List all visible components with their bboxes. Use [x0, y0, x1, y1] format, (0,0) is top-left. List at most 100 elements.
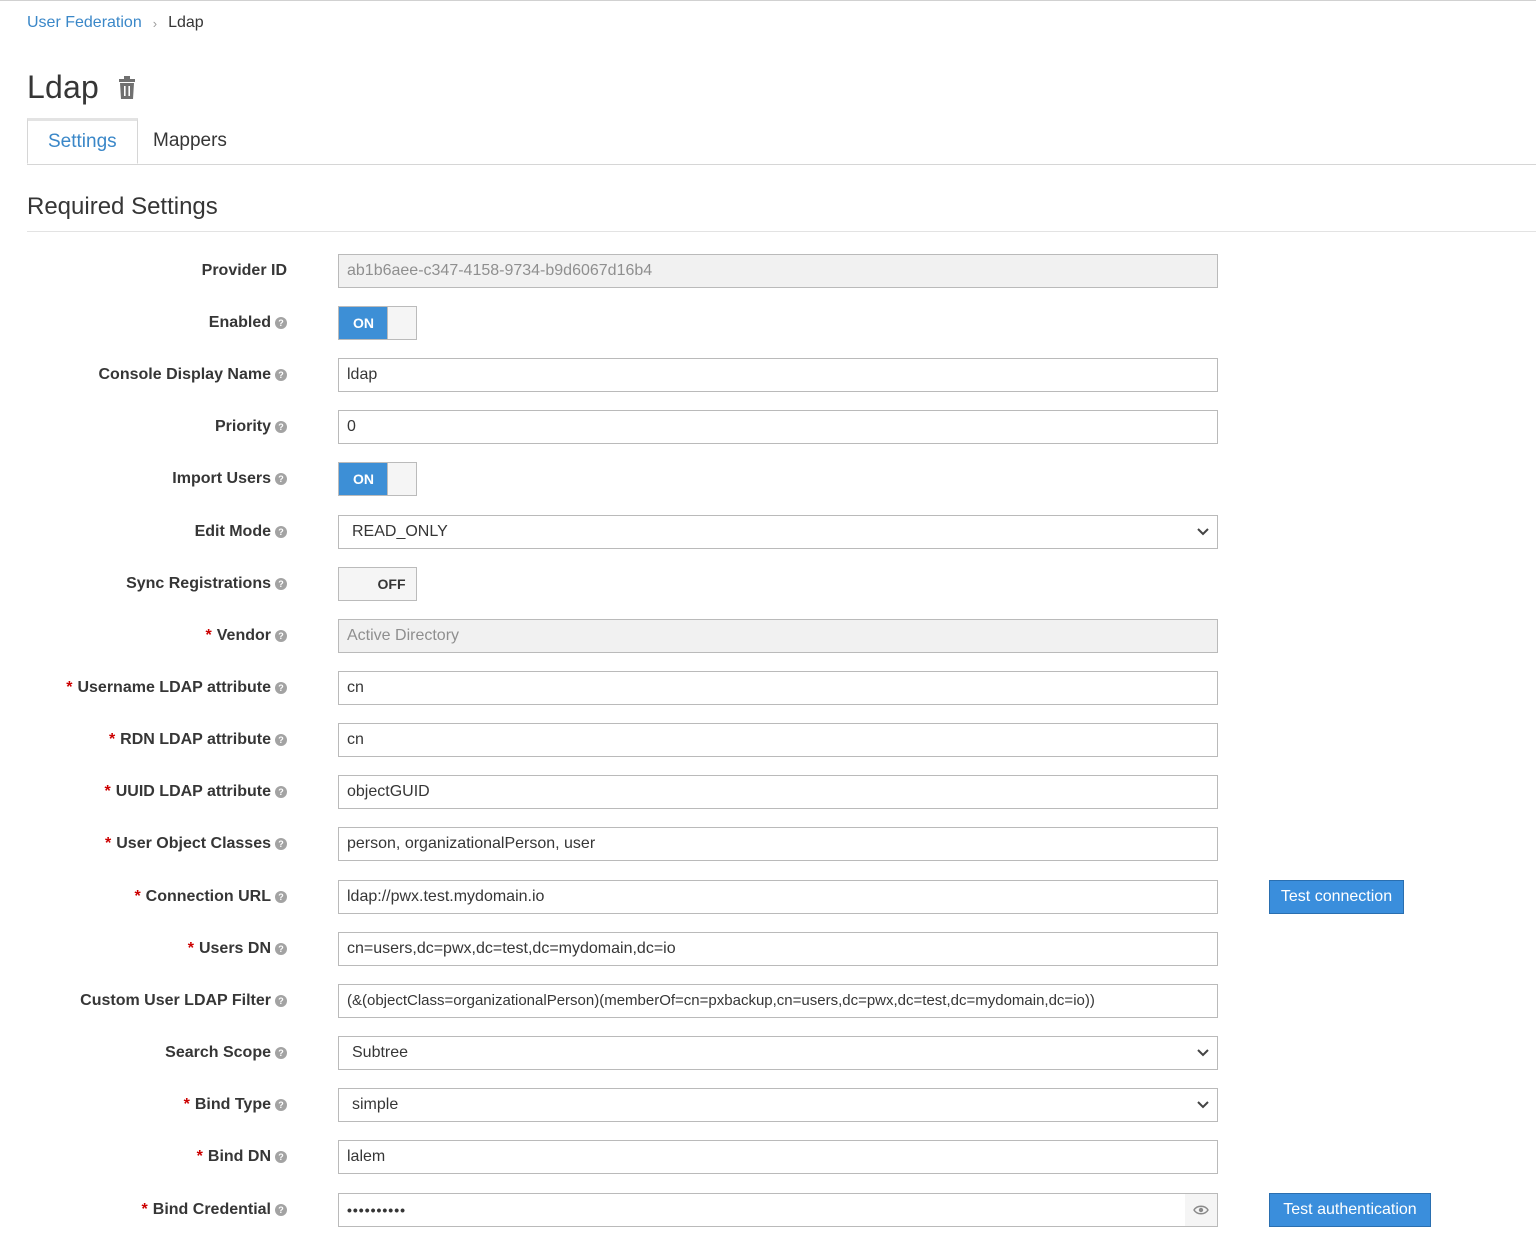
tab-settings[interactable]: Settings	[27, 118, 138, 164]
required-marker: *	[183, 1096, 190, 1113]
chevron-down-icon	[1197, 528, 1209, 536]
sync-registrations-label-text: Sync Registrations	[126, 575, 271, 592]
connection-url-label-text: Connection URL	[145, 888, 271, 905]
edit-mode-label-text: Edit Mode	[194, 523, 271, 540]
username-ldap-attribute-input[interactable]: cn	[338, 671, 1218, 705]
question-circle-icon: ?	[275, 526, 287, 538]
bind-dn-label: * Bind DN?	[197, 1140, 287, 1174]
question-circle-icon: ?	[275, 1151, 287, 1163]
console-display-name-label: Console Display Name?	[99, 358, 287, 392]
rdn-ldap-attribute-input[interactable]: cn	[338, 723, 1218, 757]
priority-input[interactable]: 0	[338, 410, 1218, 444]
connection-url-input[interactable]: ldap://pwx.test.mydomain.io	[338, 880, 1218, 914]
sync-registrations-toggle-state: OFF	[367, 568, 416, 600]
row-bind-credential: * Bind Credential? •••••••••• Test authen…	[0, 1193, 1536, 1227]
question-circle-icon: ?	[275, 630, 287, 642]
question-circle-icon: ?	[275, 838, 287, 850]
uuid-ldap-attribute-label: * UUID LDAP attribute?	[104, 775, 287, 809]
sync-registrations-label: Sync Registrations?	[126, 567, 287, 601]
user-object-classes-label-text: User Object Classes	[116, 835, 271, 852]
bind-credential-input[interactable]: ••••••••••	[338, 1193, 1186, 1227]
question-circle-icon: ?	[275, 734, 287, 746]
section-title: Required Settings	[27, 193, 1536, 232]
required-marker: *	[196, 1148, 203, 1165]
row-enabled: Enabled? ON	[0, 306, 1536, 340]
bind-type-select[interactable]: simple	[338, 1088, 1218, 1122]
trash-icon[interactable]	[117, 75, 137, 101]
question-circle-icon: ?	[275, 1204, 287, 1216]
priority-label-text: Priority	[214, 418, 271, 435]
bind-dn-input[interactable]: lalem	[338, 1140, 1218, 1174]
required-marker: *	[108, 731, 116, 748]
search-scope-select[interactable]: Subtree	[338, 1036, 1218, 1070]
import-users-label: Import Users?	[172, 462, 287, 496]
question-circle-icon: ?	[275, 943, 287, 955]
question-circle-icon: ?	[275, 421, 287, 433]
required-marker: *	[105, 835, 112, 852]
breadcrumb-user-federation-link[interactable]: User Federation	[27, 14, 142, 32]
vendor-label-text: Vendor	[216, 627, 271, 644]
question-circle-icon: ?	[275, 369, 287, 381]
bind-type-value: simple	[352, 1096, 399, 1113]
question-circle-icon: ?	[275, 1047, 287, 1059]
required-marker: *	[104, 783, 111, 800]
search-scope-value: Subtree	[352, 1044, 409, 1061]
enabled-label: Enabled?	[209, 306, 287, 340]
row-console-display-name: Console Display Name? ldap	[0, 358, 1536, 392]
row-vendor: * Vendor? Active Directory	[0, 619, 1536, 653]
breadcrumb-current: Ldap	[168, 14, 204, 31]
required-marker: *	[66, 679, 73, 696]
required-marker: *	[187, 940, 194, 957]
vendor-label: * Vendor?	[206, 619, 287, 653]
sync-registrations-toggle[interactable]: OFF	[338, 567, 417, 601]
page-title: Ldap	[27, 69, 99, 105]
row-priority: Priority? 0	[0, 410, 1536, 444]
vendor-field: Active Directory	[338, 619, 1218, 653]
user-object-classes-input[interactable]: person, organizationalPerson, user	[338, 827, 1218, 861]
bind-dn-label-text: Bind DN	[207, 1148, 271, 1165]
page-header: Ldap	[27, 69, 137, 106]
username-ldap-attribute-label-text: Username LDAP attribute	[77, 679, 271, 696]
row-user-object-classes: * User Object Classes? person, organizati…	[0, 827, 1536, 861]
row-edit-mode: Edit Mode? READ_ONLY	[0, 515, 1536, 549]
test-authentication-button[interactable]: Test authentication	[1269, 1193, 1431, 1227]
users-dn-label: * Users DN?	[188, 932, 287, 966]
tab-bar: Settings Mappers	[27, 118, 1536, 165]
edit-mode-label: Edit Mode?	[195, 515, 287, 549]
enabled-toggle[interactable]: ON	[338, 306, 417, 340]
row-import-users: Import Users? ON	[0, 462, 1536, 496]
custom-user-ldap-filter-label: Custom User LDAP Filter?	[80, 984, 287, 1018]
provider-id-label-text: Provider ID	[201, 262, 287, 279]
breadcrumb-separator: ›	[152, 15, 158, 31]
edit-mode-select[interactable]: READ_ONLY	[338, 515, 1218, 549]
provider-id-label: Provider ID	[202, 254, 287, 288]
users-dn-label-text: Users DN	[198, 940, 271, 957]
bind-credential-masked-value: ••••••••••	[347, 1202, 407, 1218]
row-custom-user-ldap-filter: Custom User LDAP Filter? (&(objectClass=…	[0, 984, 1536, 1018]
user-object-classes-label: * User Object Classes?	[105, 827, 287, 861]
rdn-ldap-attribute-label: * RDN LDAP attribute?	[109, 723, 287, 757]
custom-user-ldap-filter-input[interactable]: (&(objectClass=organizationalPerson)(mem…	[338, 984, 1218, 1018]
console-display-name-input[interactable]: ldap	[338, 358, 1218, 392]
users-dn-input[interactable]: cn=users,dc=pwx,dc=test,dc=mydomain,dc=i…	[338, 932, 1218, 966]
row-connection-url: * Connection URL? ldap://pwx.test.mydomai…	[0, 880, 1536, 914]
question-circle-icon: ?	[275, 682, 287, 694]
uuid-ldap-attribute-label-text: UUID LDAP attribute	[115, 783, 271, 800]
row-provider-id: Provider ID ab1b6aee-c347-4158-9734-b9d6…	[0, 254, 1536, 288]
row-users-dn: * Users DN? cn=users,dc=pwx,dc=test,dc=my…	[0, 932, 1536, 966]
uuid-ldap-attribute-input[interactable]: objectGUID	[338, 775, 1218, 809]
eye-icon[interactable]	[1185, 1193, 1218, 1227]
question-circle-icon: ?	[275, 317, 287, 329]
row-uuid-ldap-attribute: * UUID LDAP attribute? objectGUID	[0, 775, 1536, 809]
custom-user-ldap-filter-label-text: Custom User LDAP Filter	[80, 992, 271, 1009]
chevron-down-icon	[1197, 1049, 1209, 1057]
test-connection-button[interactable]: Test connection	[1269, 880, 1404, 914]
enabled-toggle-state: ON	[339, 307, 388, 339]
import-users-toggle[interactable]: ON	[338, 462, 417, 496]
search-scope-label: Search Scope?	[165, 1036, 287, 1070]
required-marker: *	[205, 627, 212, 644]
search-scope-label-text: Search Scope	[165, 1044, 271, 1061]
bind-credential-label-text: Bind Credential	[152, 1201, 271, 1218]
tab-mappers[interactable]: Mappers	[133, 118, 247, 164]
required-marker: *	[134, 888, 141, 905]
